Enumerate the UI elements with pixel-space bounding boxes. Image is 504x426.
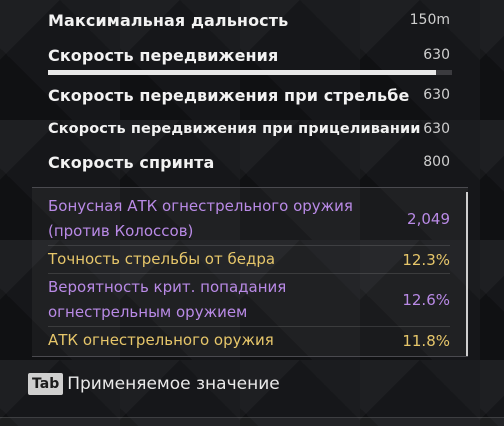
bonus-label-line: Бонусная АТК огнестрельного оружия: [48, 197, 353, 215]
stat-value: 630: [423, 121, 450, 137]
stat-row-move-speed-aiming: Скорость передвижения при прицеливании 6…: [48, 115, 450, 143]
stat-value: 150m: [409, 12, 450, 28]
applied-value-toggle[interactable]: Tab Применяемое значение: [28, 373, 280, 395]
bonus-box-edge: [466, 192, 468, 356]
stat-value: 630: [423, 87, 450, 103]
weapon-stats-panel: Максимальная дальность 150m Скорость пер…: [32, 0, 468, 426]
bonus-label-line: огнестрельным оружием: [48, 303, 248, 321]
bonus-value: 11.8%: [402, 331, 450, 350]
stat-row-sprint-speed: Скорость спринта 800: [48, 148, 450, 176]
bonus-label: Бонусная АТК огнестрельного оружия (прот…: [48, 194, 353, 244]
bonus-value: 2,049: [407, 210, 450, 228]
stat-label: Скорость передвижения при прицеливании: [48, 121, 421, 137]
stat-label: Скорость спринта: [48, 152, 215, 172]
stat-value: 800: [423, 154, 450, 170]
move-speed-progress-fill: [48, 70, 436, 75]
bonus-label: Вероятность крит. попадания огнестрельны…: [48, 275, 286, 325]
bonus-label-line: (против Колоссов): [48, 222, 194, 240]
stat-value: 630: [423, 47, 450, 63]
bonus-row-hip-fire-accuracy: Точность стрельбы от бедра 12.3%: [48, 246, 450, 274]
stat-row-max-range: Максимальная дальность 150m: [48, 6, 450, 34]
bonus-label-line: Вероятность крит. попадания: [48, 278, 287, 296]
bonus-value: 12.6%: [402, 291, 450, 309]
bonus-label: АТК огнестрельного оружия: [48, 331, 274, 349]
bonus-value: 12.3%: [402, 250, 450, 269]
bonus-label: Точность стрельбы от бедра: [48, 250, 276, 268]
move-speed-progress-bar: [48, 70, 452, 75]
stat-row-move-speed-shooting: Скорость передвижения при стрельбе 630: [48, 81, 450, 109]
bottom-bar: [0, 417, 504, 426]
bonus-row-colossus-atk: Бонусная АТК огнестрельного оружия (прот…: [48, 193, 450, 246]
stat-label: Максимальная дальность: [48, 10, 289, 30]
tab-key-icon[interactable]: Tab: [28, 373, 64, 395]
stat-label: Скорость передвижения: [48, 45, 279, 65]
stat-label: Скорость передвижения при стрельбе: [48, 85, 410, 105]
stat-row-move-speed: Скорость передвижения 630: [48, 41, 450, 69]
bonus-row-crit-rate: Вероятность крит. попадания огнестрельны…: [48, 274, 450, 327]
applied-value-label: Применяемое значение: [67, 374, 280, 394]
bonus-row-firearm-atk: АТК огнестрельного оружия 11.8%: [48, 327, 450, 354]
